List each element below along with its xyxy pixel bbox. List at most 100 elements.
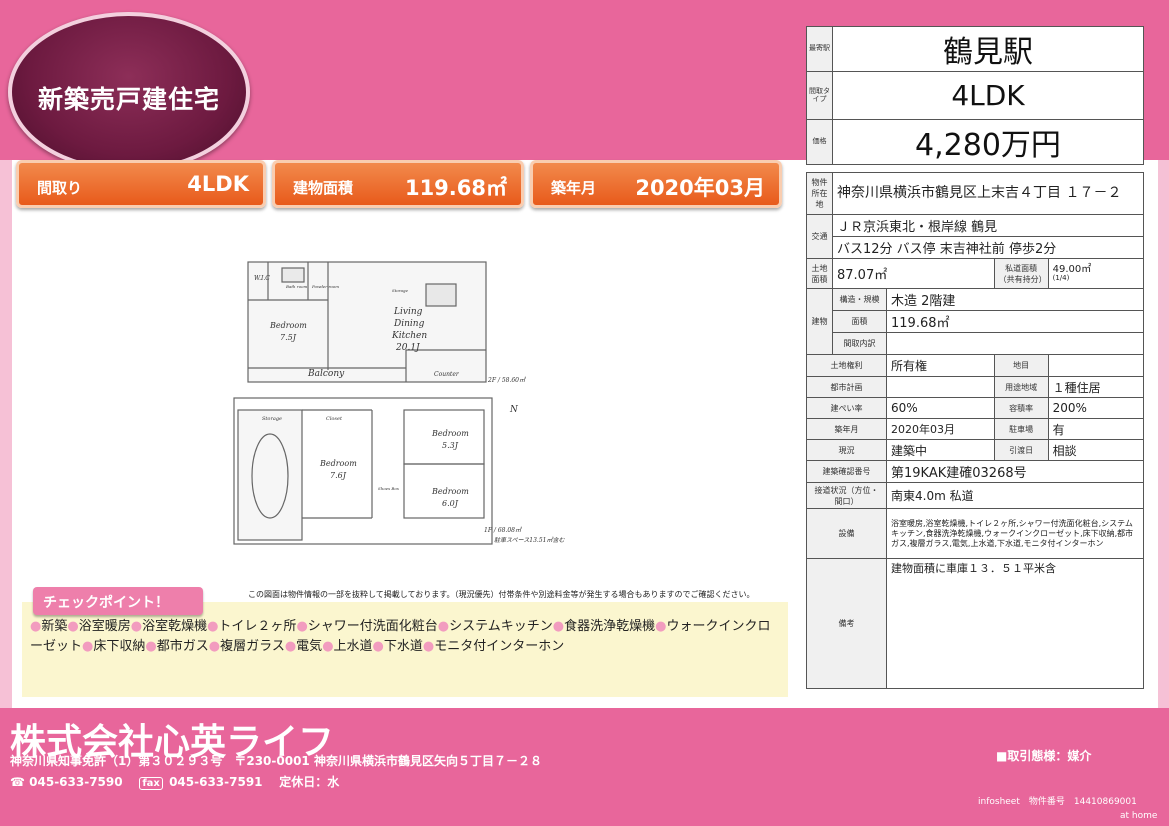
layout-key: 間取タイプ [806, 71, 833, 120]
handover-key: 引渡日 [993, 439, 1049, 461]
transport-bus: バス12分 バス停 末吉神社前 停歩2分 [832, 236, 1144, 259]
bullet-icon: ● [130, 619, 143, 634]
left-strip [0, 160, 12, 708]
counter-label: Counter [434, 371, 460, 378]
wic-label: W.I.C [254, 275, 270, 282]
bullet-icon: ● [67, 619, 79, 634]
bullet-icon: ● [552, 619, 565, 634]
pill-built-date: 築年月 2020年03月 [530, 160, 782, 208]
bath-label: Bath room [285, 284, 308, 289]
bedroom1-label: Bedroom [269, 321, 307, 330]
price-value: 4,280万円 [832, 119, 1144, 165]
private-road-share: (1/4) [1052, 274, 1070, 283]
bedroom3-size: 5.3J [442, 441, 459, 450]
storage-label: Storage [262, 416, 282, 422]
bedroom2-size: 7.6J [330, 471, 347, 480]
check-points-list: ●新築●浴室暖房●浴室乾燥機●トイレ２ヶ所●シャワー付洗面化粧台●システムキッチ… [30, 617, 780, 657]
bullet-icon: ● [422, 639, 435, 654]
bullet-icon: ● [437, 619, 450, 634]
listing-type-badge: 新築売戸建住宅 [8, 12, 250, 172]
bedroom3-label: Bedroom [431, 429, 469, 438]
parking-note: 駐車スペース13.51㎡含む [494, 536, 565, 544]
land-right-key: 土地権利 [806, 354, 887, 377]
brand-logo: at home [1120, 811, 1158, 821]
check-point-item: 下水道 [383, 639, 423, 654]
coverage-value: 60% [886, 397, 995, 419]
zoning-key: 用途地域 [993, 376, 1049, 398]
ldk-size: 20.1J [395, 343, 421, 353]
pill-layout-value: 4LDK [187, 172, 249, 196]
check-point-item: シャワー付洗面化粧台 [307, 619, 438, 634]
zoning-value: １種住居 [1047, 376, 1145, 398]
status-key: 現況 [806, 439, 887, 461]
city-plan-key: 都市計画 [806, 376, 887, 398]
location-key: 物件所在地 [806, 172, 833, 215]
bullet-icon: ● [372, 639, 384, 654]
pill-area-value: 119.68㎡ [404, 176, 507, 200]
bullet-icon: ● [82, 639, 94, 654]
bedroom1-size: 7.5J [280, 333, 297, 342]
check-point-item: 床下収納 [93, 639, 146, 654]
far-value: 200% [1047, 397, 1145, 419]
right-strip [1158, 160, 1169, 708]
built-key: 築年月 [806, 418, 887, 440]
floor-1-labels: Storage Closet Bedroom 7.6J Bedroom 5.3J… [262, 405, 565, 544]
property-info-table: 物件所在地 神奈川県横浜市鶴見区上末吉４丁目 １７－２ 交通 ＪＲ京浜東北・根岸線 … [806, 172, 1145, 689]
pill-area-label: 建物面積 [293, 179, 354, 197]
remarks-key: 備考 [806, 558, 887, 689]
check-point-item: 新築 [41, 619, 68, 634]
bedroom4-label: Bedroom [431, 487, 469, 496]
powder-label: Powder room [311, 284, 339, 289]
coverage-key: 建ぺい率 [806, 397, 887, 419]
city-plan-value [886, 376, 995, 398]
building-key: 建物 [806, 288, 833, 355]
bullet-icon: ● [30, 619, 42, 634]
check-point-item: 電気 [296, 639, 323, 654]
closet-label: Closet [326, 416, 343, 422]
road-value: 南東4.0m 私道 [886, 482, 1144, 509]
check-point-item: 浴室乾燥機 [142, 619, 208, 634]
fax-number: 045-633-7591 [169, 775, 263, 789]
equipment-key: 設備 [806, 508, 887, 559]
bullet-icon: ● [322, 639, 334, 654]
private-road-key: 私道面積（共有持分） [993, 258, 1049, 289]
building-area-value: 119.68㎡ [886, 310, 1144, 333]
layout-detail-value [886, 332, 1144, 355]
pill-built-label: 築年月 [551, 179, 597, 197]
north-arrow-icon: N [509, 405, 519, 415]
fax-icon: fax [139, 777, 163, 790]
parking-key: 駐車場 [993, 418, 1049, 440]
ldk-living: Living [393, 307, 423, 317]
check-point-item: 複層ガラス [220, 639, 285, 654]
building-area-key: 面積 [832, 310, 887, 333]
station-key: 最寄駅 [806, 26, 833, 72]
transaction-type: ■取引態様：媒介 [996, 749, 1092, 763]
pill-built-value: 2020年03月 [635, 176, 765, 200]
check-point-item: 浴室暖房 [78, 619, 131, 634]
balcony-label: Balcony [307, 369, 345, 379]
bullet-icon: ● [655, 619, 667, 634]
pill-layout: 間取り 4LDK [16, 160, 266, 208]
bullet-icon: ● [145, 639, 157, 654]
remarks-value: 建物面積に車庫１３．５１平米含 [886, 558, 1144, 689]
check-point-item: 都市ガス [156, 639, 209, 654]
transport-key: 交通 [806, 214, 833, 259]
structure-value: 木造 2階建 [886, 288, 1144, 311]
bedroom4-size: 6.0J [442, 499, 459, 508]
transport-line: ＪＲ京浜東北・根岸線 鶴見 [832, 214, 1144, 237]
check-point-item: トイレ２ヶ所 [218, 619, 297, 634]
pill-layout-label: 間取り [37, 179, 83, 197]
land-area-key: 土地面積 [806, 258, 833, 289]
handover-value: 相談 [1047, 439, 1145, 461]
structure-key: 構造・規模 [832, 288, 887, 311]
badge-label: 新築売戸建住宅 [37, 85, 220, 114]
summary-table: 最寄駅 鶴見駅 間取タイプ 4LDK 価格 4,280万円 [806, 26, 1144, 165]
bullet-icon: ● [296, 619, 308, 634]
ldk-kitchen: Kitchen [391, 331, 427, 341]
permit-value: 第19KAK建確03268号 [886, 460, 1144, 483]
parking-value: 有 [1047, 418, 1145, 440]
company-license: 神奈川県知事免許（1）第３０２９３号 〒230-0001 神奈川県横浜市鶴見区矢… [10, 754, 542, 768]
phone-icon: ☎ [10, 775, 25, 789]
infosheet-number: infosheet 物件番号 14410869001 [978, 797, 1137, 807]
ldk-dining: Dining [393, 319, 425, 329]
